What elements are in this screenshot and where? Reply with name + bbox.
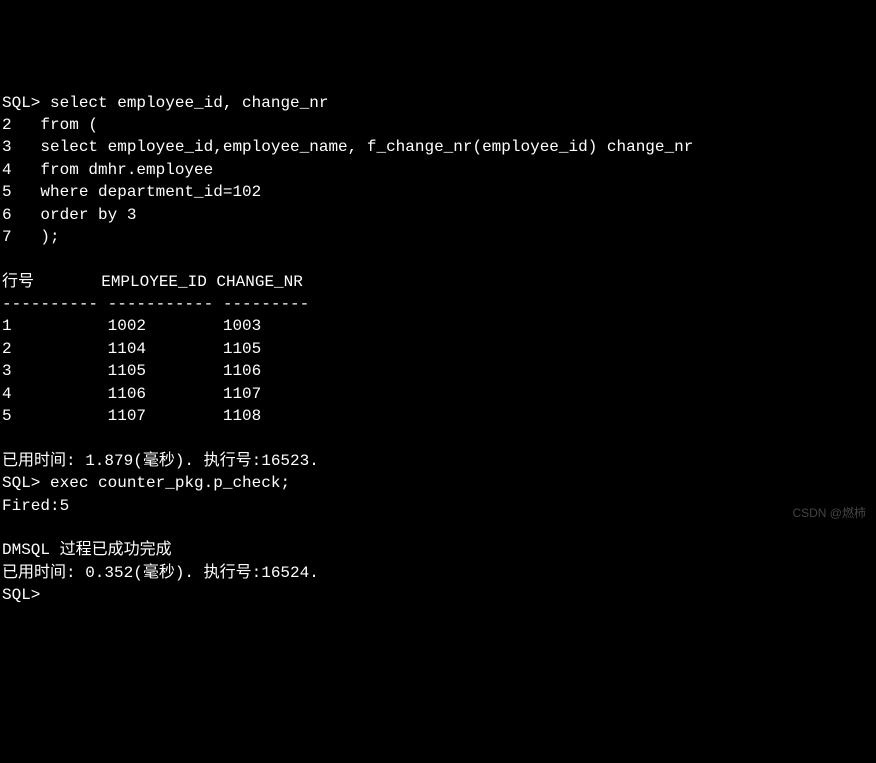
query-line-4: 4 from dmhr.employee <box>2 161 213 179</box>
timing-info: 已用时间: 0.352(毫秒). 执行号:16524. <box>2 564 319 582</box>
table-row: 1 1002 1003 <box>2 317 261 335</box>
table-divider: ---------- ----------- --------- <box>2 295 309 313</box>
sql-prompt-cursor[interactable]: SQL> <box>2 586 40 604</box>
fired-output: Fired:5 <box>2 497 69 515</box>
sql-prompt: SQL> <box>2 474 50 492</box>
query-line-2: 2 from ( <box>2 116 98 134</box>
success-message: DMSQL 过程已成功完成 <box>2 541 172 559</box>
query-line-5: 5 where department_id=102 <box>2 183 261 201</box>
exec-command: exec counter_pkg.p_check; <box>50 474 290 492</box>
table-header: 行号 EMPLOYEE_ID CHANGE_NR <box>2 273 303 291</box>
query-line-3: 3 select employee_id,employee_name, f_ch… <box>2 138 693 156</box>
query-line-6: 6 order by 3 <box>2 206 136 224</box>
query-line-7: 7 ); <box>2 228 60 246</box>
table-row: 3 1105 1106 <box>2 362 261 380</box>
table-row: 2 1104 1105 <box>2 340 261 358</box>
timing-info: 已用时间: 1.879(毫秒). 执行号:16523. <box>2 452 319 470</box>
watermark: CSDN @燃柿 <box>792 505 866 522</box>
query-line-1: select employee_id, change_nr <box>50 94 328 112</box>
sql-prompt: SQL> <box>2 94 50 112</box>
table-row: 5 1107 1108 <box>2 407 261 425</box>
table-row: 4 1106 1107 <box>2 385 261 403</box>
terminal-output: SQL> select employee_id, change_nr 2 fro… <box>2 92 874 607</box>
